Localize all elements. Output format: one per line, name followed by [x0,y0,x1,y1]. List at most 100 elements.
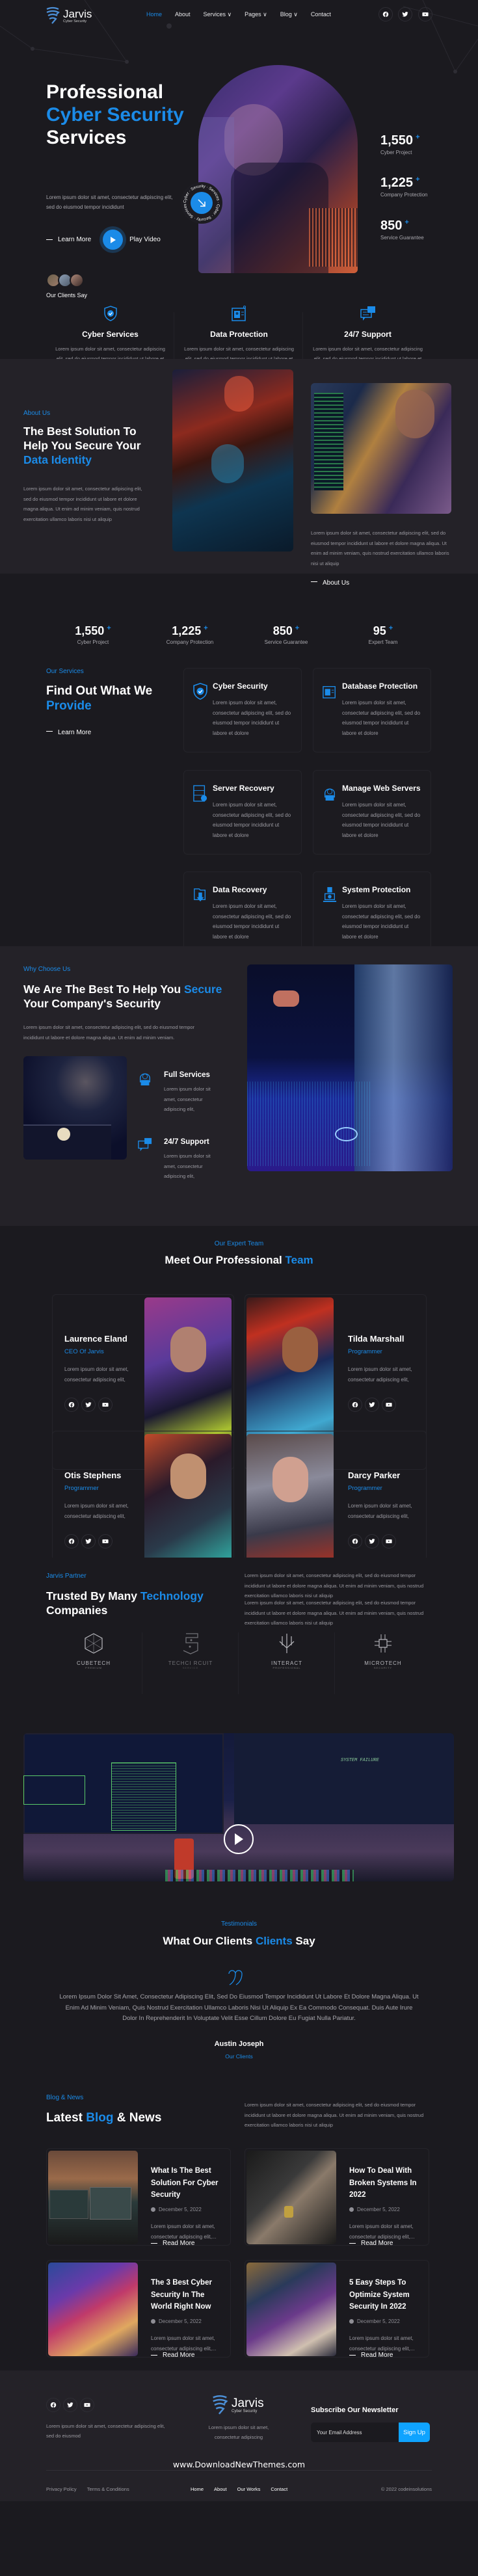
chat-support-icon [138,1137,152,1152]
read-more-label[interactable]: Read More [163,2240,194,2247]
blog-post-title[interactable]: The 3 Best Cyber Security In The World R… [151,2277,222,2313]
partner-logo-techcircuit[interactable]: TECHCI RCUIT SERVICE [142,1632,239,1691]
privacy-policy-link[interactable]: Privacy Policy [46,2486,77,2492]
video-thumbnail[interactable]: SYSTEM FAILURE [23,1733,454,1881]
footer-logo[interactable]: Jarvis Cyber Security [211,2395,264,2415]
blog-post-title[interactable]: What Is The Best Solution For Cyber Secu… [151,2165,222,2201]
interact-circuit-icon [279,1634,295,1653]
read-more-link[interactable]: Read More [349,2352,393,2359]
blog-section: Blog & News Latest Blog & News Lorem ips… [0,2065,478,2370]
about-us-link[interactable]: About Us [311,576,349,588]
terms-link[interactable]: Terms & Conditions [87,2486,129,2492]
member-bio: Lorem ipsum dolor sit amet, consectetur … [348,1503,412,1519]
service-card[interactable]: Server Recovery Lorem ipsum dolor sit am… [183,770,302,855]
service-card[interactable]: Manage Web Servers Lorem ipsum dolor sit… [313,770,431,855]
blog-card[interactable]: The 3 Best Cyber Security In The World R… [46,2260,231,2359]
date-text: December 5, 2022 [159,2318,202,2324]
facebook-icon[interactable] [46,2398,60,2412]
brand-logo[interactable]: Jarvis Cyber Security [46,7,92,25]
blog-card[interactable]: What Is The Best Solution For Cyber Secu… [46,2148,231,2247]
twitter-icon[interactable] [81,1534,96,1548]
team-member-info: Otis Stephens Programmer Lorem ipsum dol… [64,1470,136,1548]
partner-sub: PREMIUM [85,1666,102,1669]
email-input[interactable] [311,2423,399,2442]
play-video-label[interactable]: Play Video [129,236,161,243]
learn-more-link[interactable]: Learn More [58,236,91,243]
youtube-icon[interactable] [382,1398,396,1412]
services-learn-more[interactable]: Learn More [46,726,91,737]
play-video-button[interactable] [103,230,124,250]
footer-divider [46,2470,432,2471]
nav-pages[interactable]: Pages ∨ [245,11,267,18]
blog-post-title[interactable]: 5 Easy Steps To Optimize System Security… [349,2277,421,2313]
legal-links: Privacy Policy Terms & Conditions [46,2486,129,2492]
header-nav: Jarvis Cyber Security Home About Service… [0,0,478,29]
sign-up-button[interactable]: Sign Up [399,2423,430,2442]
twitter-icon[interactable] [365,1398,379,1412]
why-title: We Are The Best To Help You Secure Your … [23,982,225,1011]
footer-nav: Home About Our Works Contact [191,2486,287,2492]
facebook-icon[interactable] [64,1398,79,1412]
footer-link-home[interactable]: Home [191,2486,204,2492]
youtube-icon[interactable] [98,1534,113,1548]
read-more-label[interactable]: Read More [361,2240,393,2247]
clock-icon [349,2207,354,2212]
facebook-icon[interactable] [378,7,393,21]
partner-logo-interact[interactable]: INTERACT PROFESSIONAL [239,1632,335,1691]
read-more-label[interactable]: Read More [361,2352,393,2359]
jarvis-logo-icon [46,7,60,24]
footer: Lorem ipsum dolor sit amet, consectetur … [0,2370,478,2501]
youtube-icon[interactable] [418,7,432,21]
twitter-icon[interactable] [81,1398,96,1412]
about-us-label[interactable]: About Us [323,579,349,587]
facebook-icon[interactable] [64,1534,79,1548]
learn-more-label[interactable]: Learn More [58,729,91,736]
twitter-icon[interactable] [398,7,413,21]
facebook-icon[interactable] [348,1398,362,1412]
rotating-services-badge[interactable]: Cyber · Security · Services · Cyber · Se… [181,182,222,224]
quote-icon [228,1969,243,1989]
blog-card[interactable]: How To Deal With Broken Systems In 2022 … [245,2148,429,2247]
service-card[interactable]: System Protection Lorem ipsum dolor sit … [313,871,431,955]
footer-link-about[interactable]: About [214,2486,227,2492]
play-icon [235,1833,243,1845]
blog-card[interactable]: 5 Easy Steps To Optimize System Security… [245,2260,429,2359]
member-name: Otis Stephens [64,1470,122,1480]
facebook-icon[interactable] [348,1534,362,1548]
blog-post-date: December 5, 2022 [151,2207,202,2212]
blog-image [48,2263,138,2356]
partners-section: Jarvis Partner Trusted By Many Technolog… [0,1558,478,1727]
partners-title: Trusted By Many Technology Companies [46,1589,222,1617]
shield-check-icon [103,306,117,321]
service-card[interactable]: Cyber Security Lorem ipsum dolor sit ame… [183,668,302,752]
youtube-icon[interactable] [80,2398,94,2412]
video-play-button[interactable] [224,1824,254,1854]
services-section: Our Services Find Out What We Provide Le… [0,660,478,955]
read-more-link[interactable]: Read More [151,2240,194,2247]
twitter-icon[interactable] [63,2398,77,2412]
about-title-highlight: Data Identity [23,453,92,466]
blog-post-title[interactable]: How To Deal With Broken Systems In 2022 [349,2165,421,2201]
partner-logo-cubetech[interactable]: CUBETECH PREMIUM [46,1632,142,1691]
nav-services[interactable]: Services ∨ [204,11,232,18]
partner-logo-microtech[interactable]: MICROTECH SECURITY [335,1632,431,1691]
youtube-icon[interactable] [98,1398,113,1412]
nav-contact[interactable]: Contact [311,11,331,18]
footer-link-works[interactable]: Our Works [237,2486,261,2492]
testimonials-kicker: Testimonials [220,1920,258,1928]
newsletter-form: Sign Up [311,2423,430,2442]
why-kicker: Why Choose Us [23,966,71,973]
nav-home[interactable]: Home [146,11,162,18]
service-card[interactable]: Database Protection Lorem ipsum dolor si… [313,668,431,752]
read-more-label[interactable]: Read More [163,2352,194,2359]
service-card[interactable]: Data Recovery Lorem ipsum dolor sit amet… [183,871,302,955]
read-more-link[interactable]: Read More [349,2240,393,2247]
twitter-icon[interactable] [365,1534,379,1548]
read-more-link[interactable]: Read More [151,2352,194,2359]
nav-about[interactable]: About [175,11,191,18]
nav-blog[interactable]: Blog ∨ [280,11,298,18]
footer-link-contact[interactable]: Contact [271,2486,287,2492]
security-dashboard-image [247,964,453,1171]
clients-say[interactable]: Our Clients Say [46,273,87,299]
youtube-icon[interactable] [382,1534,396,1548]
